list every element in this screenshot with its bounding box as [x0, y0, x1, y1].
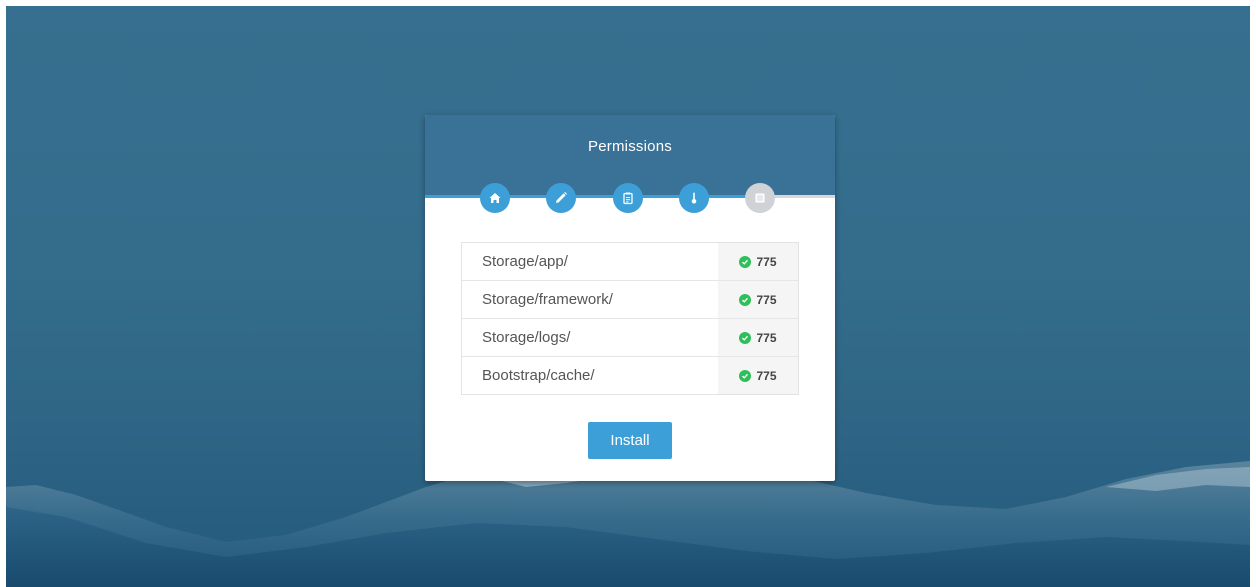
- clipboard-icon: [623, 192, 633, 205]
- page-background: Permissions Storage/app/ 775 Storage/fra…: [6, 6, 1250, 587]
- permission-path: Storage/framework/: [462, 281, 718, 318]
- check-circle-icon: [739, 369, 752, 382]
- page-title: Permissions: [588, 138, 672, 155]
- permission-status: 775: [718, 319, 798, 356]
- table-row: Storage/app/ 775: [462, 243, 798, 281]
- permission-value: 775: [756, 254, 777, 269]
- steps-progress-line: [425, 195, 783, 198]
- install-button[interactable]: Install: [588, 422, 672, 459]
- thermometer-icon: [691, 192, 697, 204]
- permission-value: 775: [756, 368, 777, 383]
- installer-card: Permissions Storage/app/ 775 Storage/fra…: [425, 115, 835, 481]
- permission-value: 775: [756, 292, 777, 307]
- check-circle-icon: [739, 255, 752, 268]
- permissions-table: Storage/app/ 775 Storage/framework/ 775: [461, 242, 799, 395]
- step-welcome[interactable]: [480, 183, 510, 213]
- permission-path: Bootstrap/cache/: [462, 357, 718, 394]
- list-icon: [755, 193, 765, 203]
- permission-path: Storage/app/: [462, 243, 718, 280]
- step-requirements[interactable]: [546, 183, 576, 213]
- home-icon: [489, 193, 501, 203]
- permission-status: 775: [718, 281, 798, 318]
- permission-path: Storage/logs/: [462, 319, 718, 356]
- table-row: Storage/framework/ 775: [462, 281, 798, 319]
- step-final[interactable]: [745, 183, 775, 213]
- table-row: Storage/logs/ 775: [462, 319, 798, 357]
- check-circle-icon: [739, 331, 752, 344]
- table-row: Bootstrap/cache/ 775: [462, 357, 798, 394]
- check-circle-icon: [739, 293, 752, 306]
- permission-value: 775: [756, 330, 777, 345]
- pencil-icon: [556, 192, 567, 203]
- step-environment[interactable]: [613, 183, 643, 213]
- permission-status: 775: [718, 243, 798, 280]
- permission-status: 775: [718, 357, 798, 394]
- step-permissions[interactable]: [679, 183, 709, 213]
